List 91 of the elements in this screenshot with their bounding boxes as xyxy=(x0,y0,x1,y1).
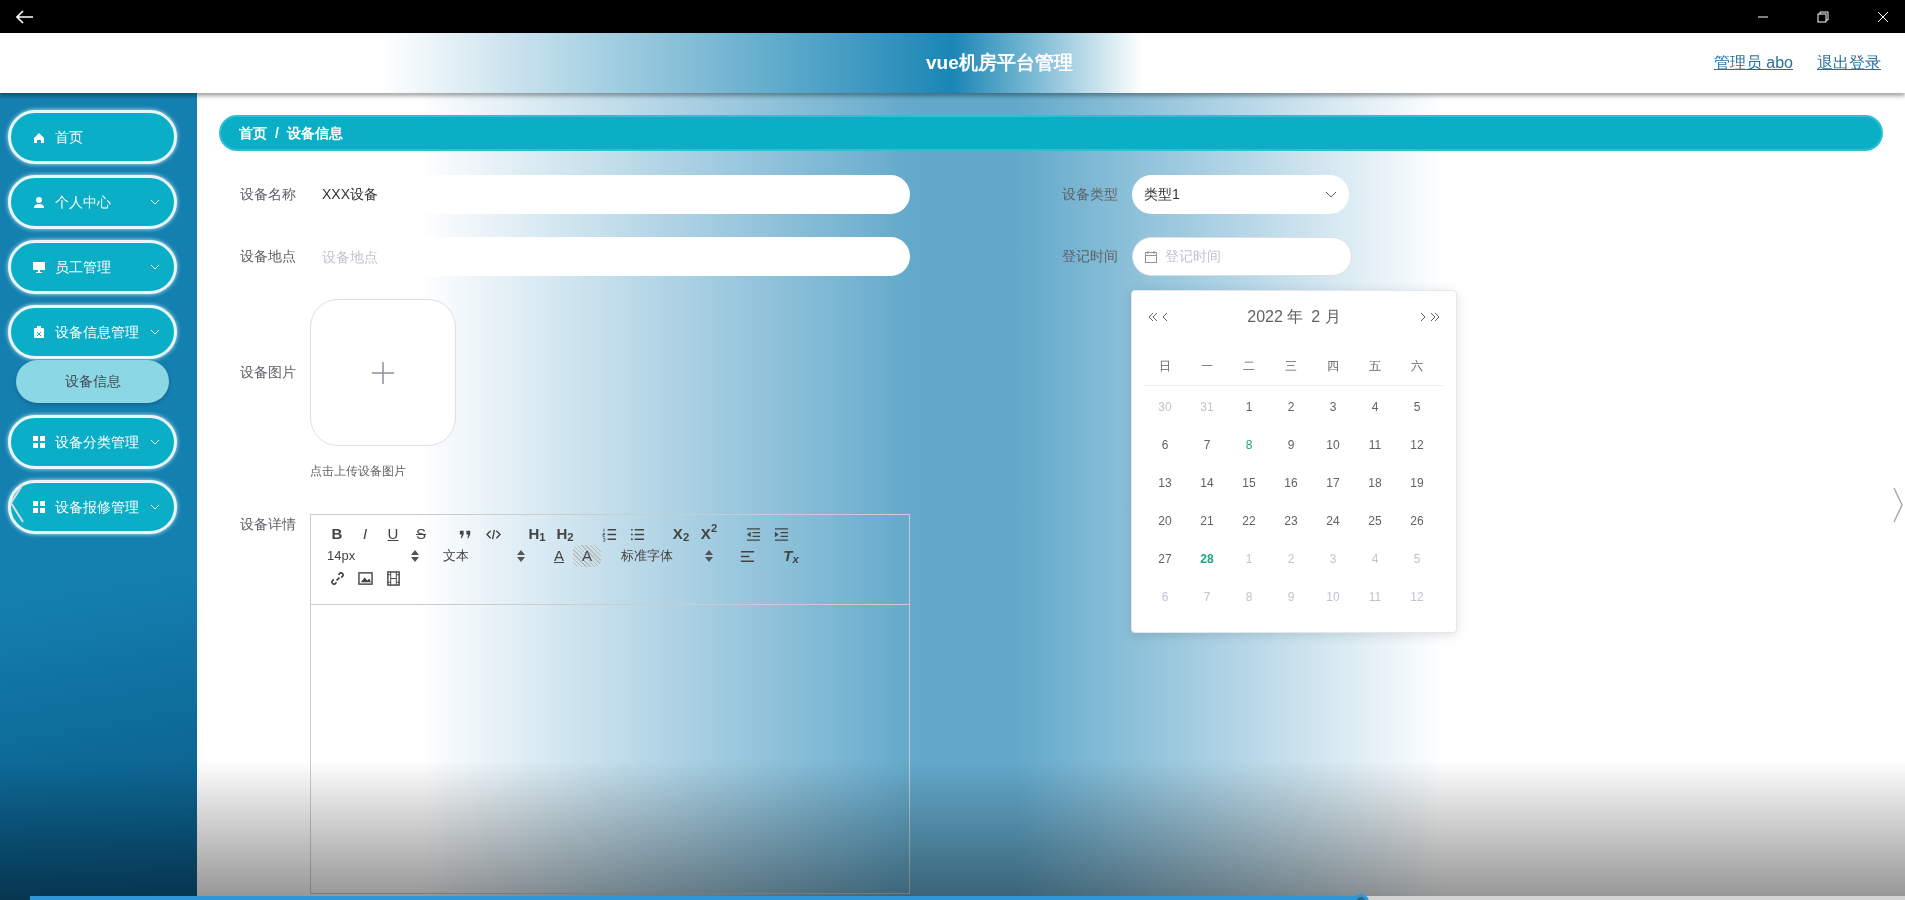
user-link[interactable]: 管理员 abo xyxy=(1713,51,1793,75)
calendar-day[interactable]: 3 xyxy=(1329,398,1337,416)
toolbar-button[interactable]: S xyxy=(407,523,435,545)
toolbar-button[interactable]: U xyxy=(379,523,407,545)
format-dropdown[interactable]: 标准字体 xyxy=(617,545,717,567)
calendar-day[interactable]: 22 xyxy=(1242,512,1256,530)
upload-hint: 点击上传设备图片 xyxy=(310,463,406,480)
toolbar-button[interactable]: X$^{2}$ xyxy=(695,523,723,545)
close-icon[interactable] xyxy=(1877,10,1889,23)
chevron-right-icon[interactable] xyxy=(1420,312,1426,322)
field-label: 登记时间 xyxy=(1062,247,1119,266)
format-dropdown[interactable]: 14px xyxy=(323,545,423,567)
calendar-day[interactable]: 8 xyxy=(1245,436,1253,454)
user-icon xyxy=(33,196,45,208)
calendar-day[interactable]: 19 xyxy=(1410,474,1424,492)
calendar-day[interactable]: 15 xyxy=(1242,474,1256,492)
select-field[interactable]: 类型1 xyxy=(1132,175,1349,214)
calendar-day[interactable]: 2 xyxy=(1287,398,1295,416)
breadcrumb-separator: / xyxy=(275,123,279,143)
calendar-day[interactable]: 4 xyxy=(1371,398,1379,416)
logout-link[interactable]: 退出登录 xyxy=(1817,51,1881,75)
calendar-day[interactable]: 17 xyxy=(1326,474,1340,492)
chevron-left-icon[interactable] xyxy=(1162,312,1168,322)
numbered-list-icon[interactable] xyxy=(601,526,617,542)
submenu-item[interactable]: 设备信息 xyxy=(16,360,169,403)
align-icon[interactable] xyxy=(739,548,755,564)
home-icon xyxy=(33,131,45,143)
field-label: 设备图片 xyxy=(240,363,297,382)
progress-track[interactable] xyxy=(30,896,1905,900)
film-icon[interactable] xyxy=(385,570,401,586)
sort-icon xyxy=(411,550,419,562)
toolbar-button[interactable]: X$_{2}$ xyxy=(667,523,695,545)
grid-icon xyxy=(33,436,45,448)
calendar-icon xyxy=(1145,250,1157,263)
calendar-day[interactable]: 9 xyxy=(1287,436,1295,454)
toolbar-button[interactable]: T$_{x}$ xyxy=(777,545,805,567)
chevron-down-icon xyxy=(1325,191,1337,198)
link-icon[interactable] xyxy=(329,570,345,586)
toolbar-button[interactable]: B xyxy=(323,523,351,545)
calendar-day[interactable]: 25 xyxy=(1368,512,1382,530)
field-label: 设备类型 xyxy=(1062,185,1119,204)
weekday-label: 一 xyxy=(1201,358,1213,375)
field-label: 设备详情 xyxy=(240,515,297,534)
calendar-day[interactable]: 18 xyxy=(1368,474,1382,492)
restore-icon[interactable] xyxy=(1817,10,1829,23)
month-label[interactable]: 2 月 xyxy=(1311,305,1341,329)
format-dropdown[interactable]: 文本 xyxy=(439,545,529,567)
calendar-day[interactable]: 27 xyxy=(1158,550,1172,568)
weekday-label: 六 xyxy=(1411,358,1423,375)
calendar-day[interactable]: 11 xyxy=(1368,436,1382,454)
weekday-label: 日 xyxy=(1159,358,1171,375)
monitor-icon xyxy=(33,261,45,273)
field-label: 设备名称 xyxy=(240,185,297,204)
calendar-day[interactable]: 26 xyxy=(1410,512,1424,530)
calendar-day[interactable]: 6 xyxy=(1161,436,1169,454)
double-chevron-left-icon[interactable] xyxy=(1148,312,1158,322)
double-chevron-right-icon[interactable] xyxy=(1430,312,1440,322)
indent-icon[interactable] xyxy=(773,526,789,542)
year-label[interactable]: 2022 年 xyxy=(1247,305,1304,329)
calendar-day[interactable]: 13 xyxy=(1158,474,1172,492)
calendar-day[interactable]: 7 xyxy=(1203,436,1211,454)
toolbar-button[interactable]: H$_{1}$ xyxy=(523,523,551,545)
weekday-label: 五 xyxy=(1369,358,1381,375)
weekday-label: 二 xyxy=(1243,358,1255,375)
grid-icon xyxy=(33,501,45,513)
calendar-day[interactable]: 10 xyxy=(1326,436,1340,454)
weekday-label: 四 xyxy=(1327,358,1339,375)
sort-icon xyxy=(705,550,713,562)
calendar-day[interactable]: 16 xyxy=(1284,474,1298,492)
outdent-icon[interactable] xyxy=(745,526,761,542)
toolbar-button[interactable]: I xyxy=(351,523,379,545)
toolbar-button[interactable]: A xyxy=(545,545,573,567)
bullet-list-icon[interactable] xyxy=(629,526,645,542)
calendar-day[interactable]: 24 xyxy=(1326,512,1340,530)
weekday-label: 三 xyxy=(1285,358,1297,375)
calendar-day[interactable]: 12 xyxy=(1410,436,1424,454)
clipboard-icon xyxy=(33,326,45,338)
app-title: vue机房平台管理 xyxy=(926,51,1073,73)
toolbar-button[interactable]: H$_{2}$ xyxy=(551,523,579,545)
image-icon[interactable] xyxy=(357,570,373,586)
back-icon[interactable] xyxy=(16,9,34,24)
calendar-day[interactable]: 14 xyxy=(1200,474,1214,492)
calendar-day[interactable]: 1 xyxy=(1245,398,1253,416)
calendar-day[interactable]: 23 xyxy=(1284,512,1298,530)
field-label: 设备地点 xyxy=(240,247,297,266)
plus-icon xyxy=(372,361,394,384)
sort-icon xyxy=(517,550,525,562)
toolbar-button[interactable]: A xyxy=(573,545,601,567)
calendar-day[interactable]: 20 xyxy=(1158,512,1172,530)
calendar-day[interactable]: 21 xyxy=(1200,512,1214,530)
calendar-day[interactable]: 5 xyxy=(1413,398,1421,416)
